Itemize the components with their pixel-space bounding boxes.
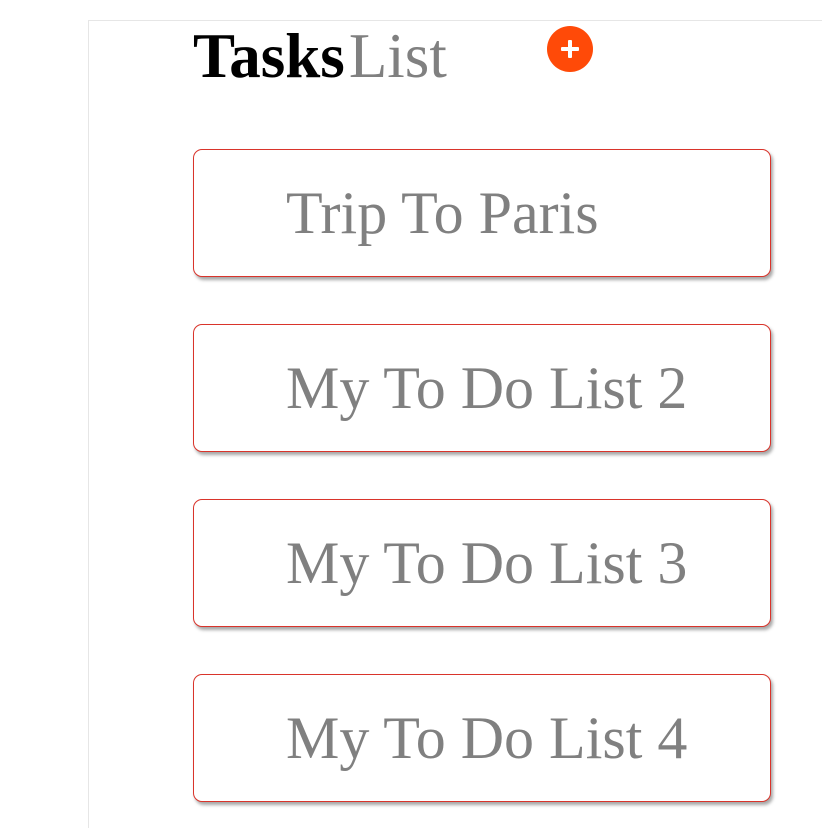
list-item[interactable]: My To Do List 3 (193, 499, 771, 627)
list-item-label: My To Do List 2 (286, 355, 688, 421)
list-item[interactable]: Trip To Paris (193, 149, 771, 277)
list-item-label: My To Do List 3 (286, 530, 688, 596)
task-lists: Trip To Paris My To Do List 2 My To Do L… (193, 149, 773, 828)
plus-icon (561, 40, 579, 58)
list-item[interactable]: My To Do List 2 (193, 324, 771, 452)
title-light: List (348, 21, 447, 91)
add-list-button[interactable] (547, 26, 593, 72)
main-panel: Tasks List Trip To Paris My To Do List 2… (88, 20, 822, 828)
list-item-label: My To Do List 4 (286, 705, 688, 771)
list-item-label: Trip To Paris (286, 180, 599, 246)
page-title: Tasks List (193, 21, 447, 91)
list-item[interactable]: My To Do List 4 (193, 674, 771, 802)
title-strong: Tasks (193, 21, 345, 91)
